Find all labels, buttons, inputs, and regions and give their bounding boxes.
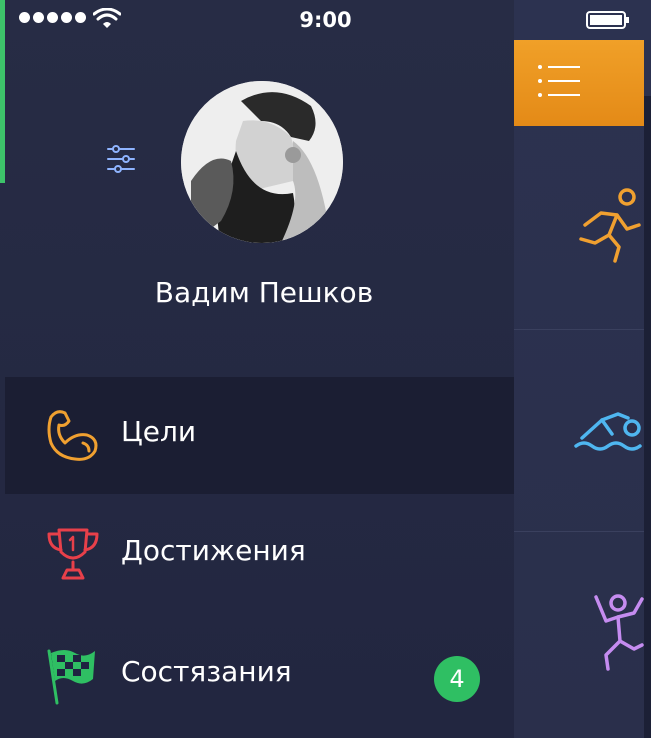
menu-item-goals[interactable]: Цели [5, 377, 514, 494]
checkered-flag-icon [47, 649, 95, 705]
bicep-icon [47, 410, 98, 461]
climbing-icon [594, 594, 644, 671]
avatar-portrait [181, 81, 343, 243]
filter-settings-icon[interactable] [104, 142, 138, 176]
battery-icon [586, 11, 629, 29]
status-bar: 9:00 [0, 0, 651, 40]
right-edge-shadow [644, 96, 651, 738]
list-menu-icon[interactable] [534, 63, 584, 99]
status-time: 9:00 [299, 8, 352, 32]
menu-label-competitions: Состязания [121, 655, 292, 688]
user-name: Вадим Пешков [154, 276, 374, 309]
swimming-icon [574, 412, 642, 451]
menu-item-achievements[interactable]: Достижения [5, 494, 514, 611]
menu-label-achievements: Достижения [121, 534, 306, 567]
competitions-count-badge: 4 [434, 656, 480, 702]
trophy-icon [47, 528, 99, 580]
avatar[interactable] [181, 81, 343, 243]
running-icon [579, 188, 641, 263]
menu-label-goals: Цели [121, 415, 197, 448]
